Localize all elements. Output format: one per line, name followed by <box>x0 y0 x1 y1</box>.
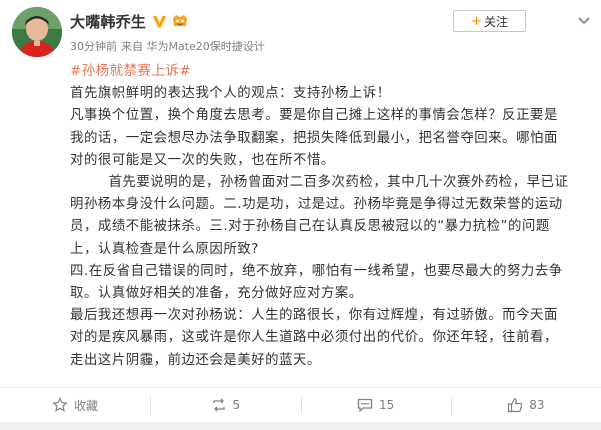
post-source[interactable]: 来自 华为Mate20保时捷设计 <box>121 40 265 53</box>
paragraph-4: 四.在反省自己错误的同时，绝不放弃，哪怕有一线希望，也要尽最大的努力去争取。认真… <box>70 263 563 302</box>
comment-icon <box>357 398 373 413</box>
paragraph-2: 凡事换个位置，换个角度去思考。要是你自己摊上这样的事情会怎样？反正要是我的话，一… <box>70 108 558 168</box>
comment-button[interactable]: 15 <box>300 388 451 422</box>
author-name[interactable]: 大嘴韩乔生 <box>70 11 146 32</box>
verified-v-icon <box>153 15 167 27</box>
like-button[interactable]: 83 <box>450 388 601 422</box>
paragraph-5: 最后我还想再一次对孙杨说：人生的路很长，你有过辉煌，有过骄傲。而今天面对的是疾风… <box>70 308 558 368</box>
action-bar: 收藏 5 15 83 <box>0 388 601 422</box>
like-count: 83 <box>529 398 545 412</box>
author-avatar[interactable] <box>12 7 62 57</box>
thumbs-up-icon <box>508 398 523 413</box>
vip-badge-icon[interactable] <box>171 13 189 29</box>
paragraph-3: 首先要说明的是，孙杨曾面对二百多次药检，其中几十次赛外药检，早已证明孙杨本身没什… <box>70 175 569 257</box>
repost-count: 5 <box>232 398 241 412</box>
post-content: #孙杨就禁赛上诉# 首先旗帜鲜明的表达我个人的观点：支持孙杨上诉！ 凡事换个位置… <box>70 61 570 372</box>
follow-button[interactable]: + 关注 <box>453 10 526 32</box>
bottom-spacer <box>0 422 601 430</box>
follow-button-label: 关注 <box>483 14 508 29</box>
repost-icon <box>212 398 225 412</box>
chevron-down-icon[interactable] <box>575 12 593 30</box>
post-time[interactable]: 30分钟前 <box>70 40 117 53</box>
repost-button[interactable]: 5 <box>150 388 300 422</box>
paragraph-1: 首先旗帜鲜明的表达我个人的观点：支持孙杨上诉！ <box>70 86 391 102</box>
favorite-button[interactable]: 收藏 <box>0 388 150 422</box>
post-meta: 30分钟前 来自 华为Mate20保时捷设计 <box>70 38 265 54</box>
follow-plus-icon: + <box>471 13 482 29</box>
author-row: 大嘴韩乔生 <box>70 10 189 32</box>
weibo-post-card: 大嘴韩乔生 30分钟前 来自 华为Mate20保时捷设计 + 关注 #孙杨就禁赛上… <box>0 0 601 430</box>
favorite-label: 收藏 <box>74 398 99 413</box>
topic-link[interactable]: #孙杨就禁赛上诉# <box>70 61 570 83</box>
favorite-icon <box>52 397 68 412</box>
comment-count: 15 <box>378 398 395 412</box>
